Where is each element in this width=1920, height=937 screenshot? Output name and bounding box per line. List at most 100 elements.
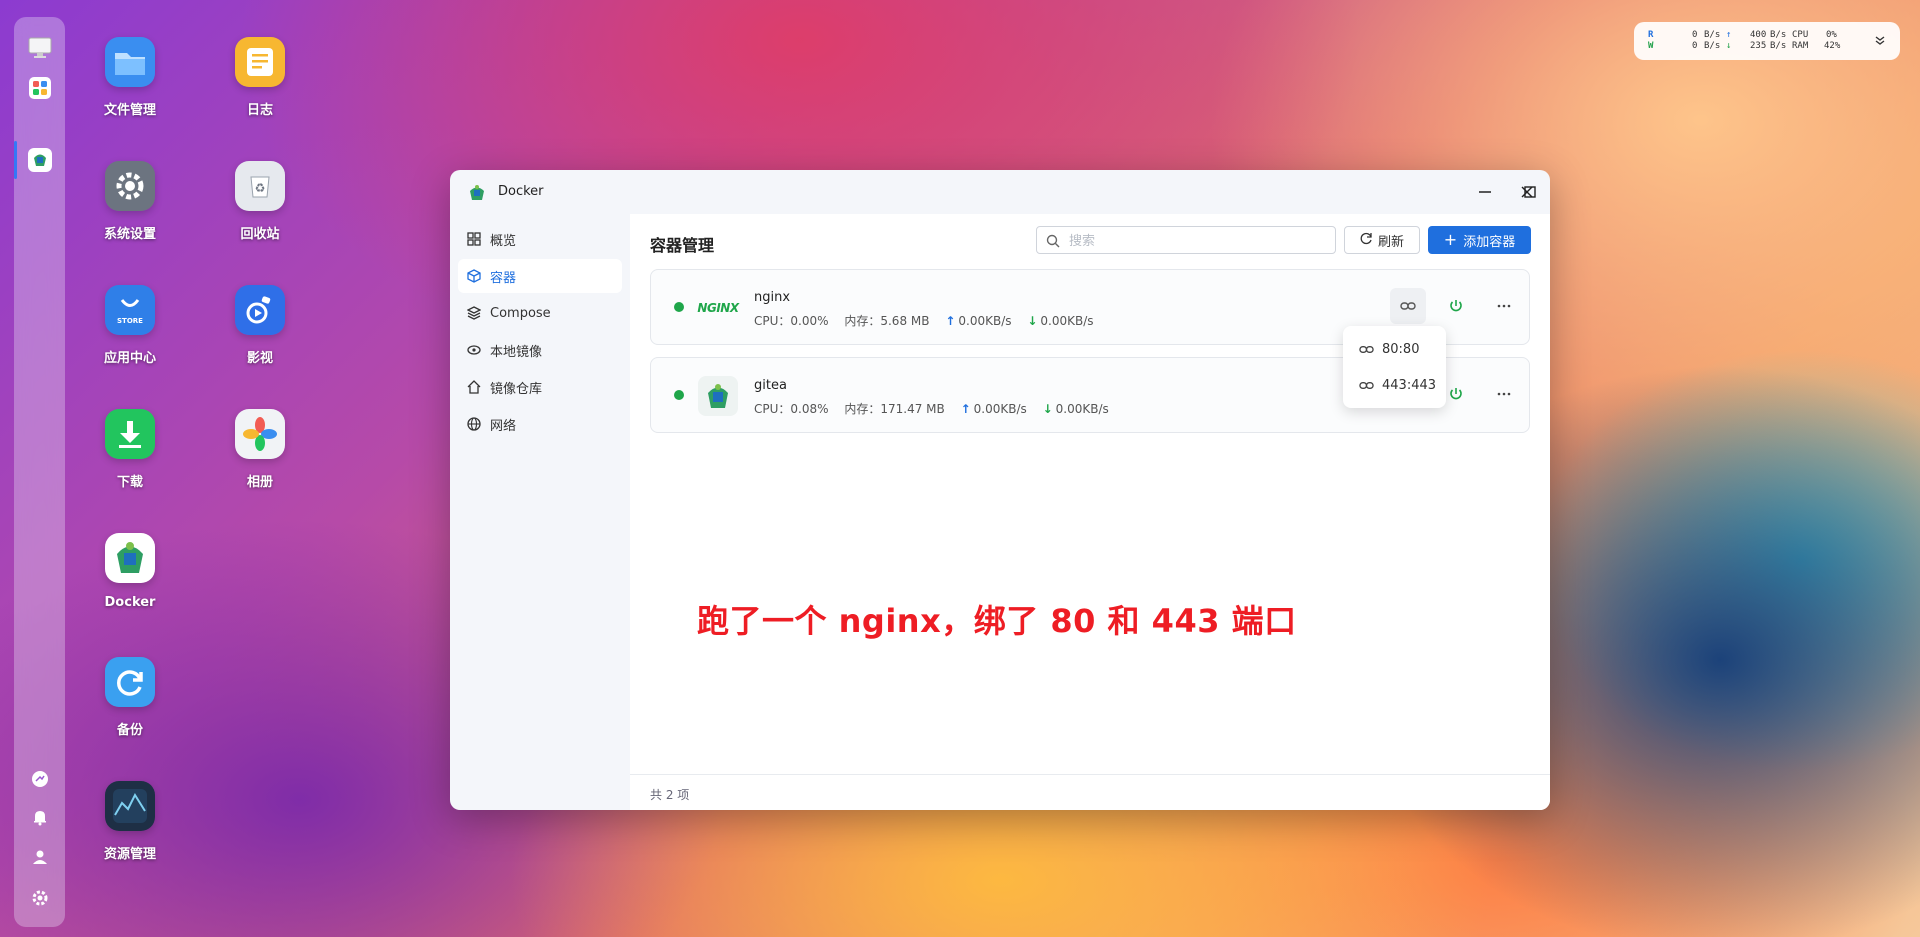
ram-value: 42% (1824, 41, 1841, 51)
port-link-button[interactable] (1390, 288, 1426, 324)
desktop-app-label: 回收站 (240, 227, 280, 242)
video-icon (235, 285, 285, 335)
download-icon (105, 409, 155, 459)
up-arrow-icon: ↑ (945, 314, 956, 328)
globe-icon (466, 416, 482, 432)
more-options-button[interactable] (1486, 288, 1522, 324)
gitea-logo-icon (697, 376, 739, 416)
window-title: Docker (498, 184, 544, 199)
read-label: R (1648, 30, 1654, 40)
sidebar-item-2[interactable]: Compose (458, 296, 622, 330)
download-speed-value: 0.00KB/s (1040, 314, 1094, 328)
docker-logo-icon (466, 182, 488, 208)
refresh-icon (1360, 232, 1373, 249)
desktop-app-resource-monitor[interactable]: 资源管理 (75, 781, 185, 862)
upload-speed: ↑ 0.00KB/s (961, 402, 1027, 416)
desktop-app-photos[interactable]: 相册 (205, 409, 315, 490)
memory-usage: 内存：171.47 MB (844, 402, 945, 416)
total-count: 共 2 项 (650, 788, 690, 802)
backup-icon (105, 657, 155, 707)
link-icon (1359, 381, 1374, 389)
download-speed: ↓ 0.00KB/s (1027, 314, 1093, 328)
desktop-app-label: 备份 (116, 723, 143, 738)
desktop-app-video[interactable]: 影视 (205, 285, 315, 366)
plus-icon: + (1443, 230, 1458, 249)
desktop-app-folder[interactable]: 文件管理 (75, 37, 185, 118)
desktop-app-gear[interactable]: 系统设置 (75, 161, 185, 242)
titlebar[interactable]: Docker (450, 170, 1550, 214)
docker-dock-icon[interactable] (27, 147, 53, 173)
container-stats: CPU：0.08% 内存：171.47 MB ↑ 0.00KB/s ↓ 0.00KB… (754, 400, 1121, 417)
running-status-dot (674, 302, 684, 312)
desktop-app-label: 日志 (246, 103, 273, 118)
sidebar-item-label: 网络 (490, 418, 517, 434)
user-icon[interactable] (28, 845, 52, 869)
list-footer: 共 2 项 (630, 774, 1550, 810)
desktop-app-label: 系统设置 (103, 227, 156, 242)
search-icon (1046, 233, 1060, 252)
speed-icon[interactable] (28, 767, 52, 791)
desktop-app-label: 文件管理 (103, 103, 156, 118)
desktop-app-log[interactable]: 日志 (205, 37, 315, 118)
sidebar-item-0[interactable]: 概览 (458, 222, 622, 256)
port-label: 80:80 (1382, 341, 1420, 357)
sidebar-item-label: 容器 (490, 270, 517, 286)
write-label: W (1648, 41, 1654, 51)
minimize-button[interactable] (1475, 182, 1495, 202)
download-arrow-icon: ↓ (1726, 41, 1732, 51)
download-speed-value: 0.00KB/s (1055, 402, 1109, 416)
sidebar-item-4[interactable]: 镜像仓库 (458, 370, 622, 404)
chevron-down-icon[interactable] (1874, 34, 1886, 49)
desktop-app-store[interactable]: STORE 应用中心 (75, 285, 185, 366)
sidebar-item-label: 概览 (490, 233, 517, 249)
upload-rate: 400 (1750, 30, 1767, 40)
sidebar-item-5[interactable]: 网络 (458, 407, 622, 441)
home-icon (466, 379, 482, 395)
app-grid-icon[interactable] (27, 75, 53, 101)
port-label: 443:443 (1382, 377, 1437, 393)
desktop-app-label: 相册 (246, 475, 273, 490)
power-button[interactable] (1438, 288, 1474, 324)
cube-icon (466, 268, 482, 284)
refresh-label: 刷新 (1377, 234, 1404, 250)
cpu-value: 0% (1826, 30, 1837, 40)
down-arrow-icon: ↓ (1027, 314, 1038, 328)
disc-icon (466, 342, 482, 358)
store-icon: STORE (105, 285, 155, 335)
search-input[interactable] (1036, 226, 1336, 254)
nginx-logo-icon: NGINX (697, 288, 739, 328)
sidebar-item-1[interactable]: 容器 (458, 259, 622, 293)
desktop-app-label: 应用中心 (103, 351, 156, 366)
desktop-app-backup[interactable]: 备份 (75, 657, 185, 738)
sidebar-item-3[interactable]: 本地镜像 (458, 333, 622, 367)
desktop-icon[interactable] (27, 35, 53, 61)
settings-gear-icon[interactable] (28, 886, 52, 910)
add-container-button[interactable]: + 添加容器 (1428, 226, 1531, 254)
grid-icon (466, 231, 482, 247)
svg-text:♻: ♻ (255, 181, 266, 195)
link-icon (1359, 345, 1374, 353)
cpu-label: CPU (1792, 30, 1809, 40)
port-option-80[interactable]: 80:80 (1359, 339, 1419, 359)
system-monitor-widget: R 0 B/s ↑ 400 B/s CPU 0% W 0 B/s ↓ 235 B… (1634, 22, 1900, 60)
desktop-app-download[interactable]: 下载 (75, 409, 185, 490)
desktop-app-recycle-bin[interactable]: ♻ 回收站 (205, 161, 315, 242)
folder-icon (105, 37, 155, 87)
add-container-label: 添加容器 (1463, 234, 1516, 250)
close-icon[interactable] (1517, 182, 1537, 202)
desktop-app-label: 下载 (116, 475, 143, 490)
sidebar-item-label: 本地镜像 (490, 344, 543, 360)
desktop-app-docker[interactable]: Docker (75, 533, 185, 610)
up-arrow-icon: ↑ (960, 402, 971, 416)
refresh-button[interactable]: 刷新 (1344, 226, 1420, 254)
port-option-443[interactable]: 443:443 (1359, 375, 1436, 395)
desktop-app-label: 资源管理 (103, 847, 156, 862)
gear-icon (105, 161, 155, 211)
unit: B/s (1704, 41, 1721, 51)
notification-bell-icon[interactable] (28, 805, 52, 829)
upload-speed: ↑ 0.00KB/s (945, 314, 1011, 328)
docker-icon (105, 533, 155, 583)
log-icon (235, 37, 285, 87)
desktop-app-label: 影视 (246, 351, 273, 366)
more-options-button[interactable] (1486, 376, 1522, 412)
